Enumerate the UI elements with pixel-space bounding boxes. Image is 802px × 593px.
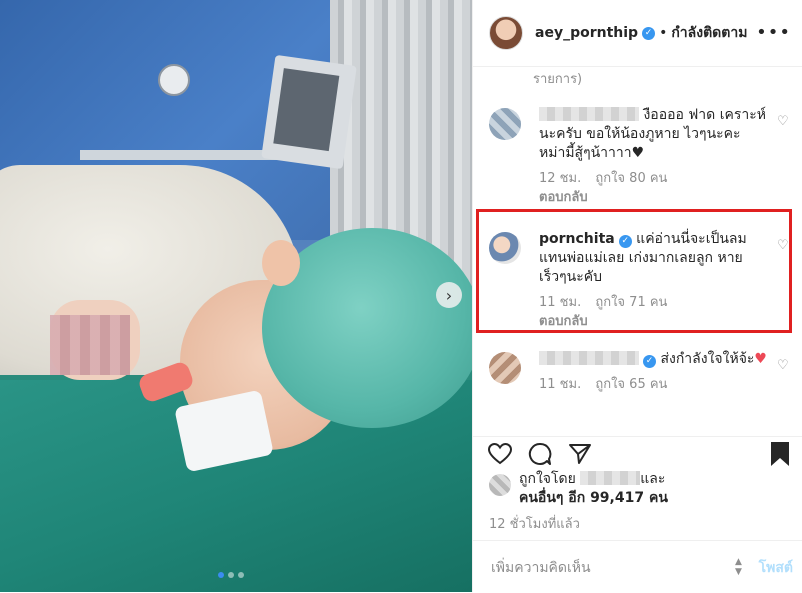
verified-icon: ✓ xyxy=(642,26,656,40)
red-heart-emoji: ♥ xyxy=(754,351,767,367)
comment-body: ✓ ส่งกำลังใจให้จ้ะ♥ 11 ชม. ถูกใจ 65 คน xyxy=(539,350,769,394)
and-label: และ xyxy=(640,471,666,487)
comment-item: งืออออ ฟาด เคราะห์นะครับ ขอให้น้องภูหาย … xyxy=(489,106,789,216)
carousel-dot xyxy=(228,572,234,578)
heart-icon[interactable]: ♡ xyxy=(777,115,789,128)
carousel-next-icon[interactable]: › xyxy=(436,282,462,308)
comment-meta: 11 ชม. ถูกใจ 65 คน xyxy=(539,375,769,394)
liker-avatar[interactable] xyxy=(489,474,511,496)
carousel-dot xyxy=(238,572,244,578)
post-timestamp[interactable]: 12 ชั่วโมงที่แล้ว xyxy=(489,513,580,534)
resize-handle-icon[interactable]: ▲ ▼ xyxy=(735,557,747,577)
comment-input[interactable] xyxy=(489,555,733,581)
comment-likes[interactable]: ถูกใจ 80 คน xyxy=(595,171,667,186)
load-more-comments[interactable]: รายการ) xyxy=(533,68,582,89)
like-icon[interactable] xyxy=(487,441,513,467)
following-button[interactable]: กำลังติดตาม xyxy=(671,22,747,44)
verified-icon: ✓ xyxy=(643,355,656,368)
heart-icon[interactable]: ♡ xyxy=(777,359,789,372)
child-ear xyxy=(262,240,300,286)
post-header: aey_pornthip ✓ • กำลังติดตาม ••• xyxy=(473,0,802,67)
highlight-annotation xyxy=(476,209,792,333)
comment-icon[interactable] xyxy=(527,441,553,467)
comment-body: งืออออ ฟาด เคราะห์นะครับ ขอให้น้องภูหาย … xyxy=(539,106,769,207)
reply-button[interactable]: ตอบกลับ xyxy=(539,188,769,207)
comment-avatar[interactable] xyxy=(489,108,521,140)
blurred-username[interactable] xyxy=(539,107,639,121)
post-button[interactable]: โพสต์ xyxy=(759,557,793,579)
carousel-dots xyxy=(218,572,244,578)
comment-item: ✓ ส่งกำลังใจให้จ้ะ♥ 11 ชม. ถูกใจ 65 คน ♡ xyxy=(489,350,789,436)
separator: • xyxy=(659,25,668,41)
liked-by-label: ถูกใจโดย xyxy=(519,471,576,487)
likes-text: ถูกใจโดย และ คนอื่นๆ อีก 99,417 คน xyxy=(519,470,779,508)
add-comment-bar: ▲▼ โพสต์ xyxy=(473,540,802,593)
carousel-dot xyxy=(218,572,224,578)
avatar[interactable] xyxy=(489,16,523,50)
monitor-screen xyxy=(273,68,340,152)
post-photo[interactable]: › xyxy=(0,0,472,592)
wall-clock xyxy=(158,64,190,96)
save-bookmark-icon[interactable] xyxy=(767,441,793,467)
blurred-username[interactable] xyxy=(580,471,641,485)
more-options-icon[interactable]: ••• xyxy=(756,22,791,43)
others-count-link[interactable]: คนอื่นๆ อีก 99,417 คน xyxy=(519,490,668,506)
comment-text: ส่งกำลังใจให้จ้ะ xyxy=(660,351,755,367)
comment-time[interactable]: 11 ชม. xyxy=(539,377,581,392)
share-icon[interactable] xyxy=(567,441,593,467)
comment-time[interactable]: 12 ชม. xyxy=(539,171,581,186)
blurred-username[interactable] xyxy=(539,351,639,365)
blurred-area xyxy=(50,315,130,375)
comment-likes[interactable]: ถูกใจ 65 คน xyxy=(595,377,667,392)
post-username[interactable]: aey_pornthip xyxy=(535,25,638,41)
medical-monitor xyxy=(261,54,357,170)
comment-meta: 12 ชม. ถูกใจ 80 คน xyxy=(539,169,769,188)
comment-avatar[interactable] xyxy=(489,352,521,384)
